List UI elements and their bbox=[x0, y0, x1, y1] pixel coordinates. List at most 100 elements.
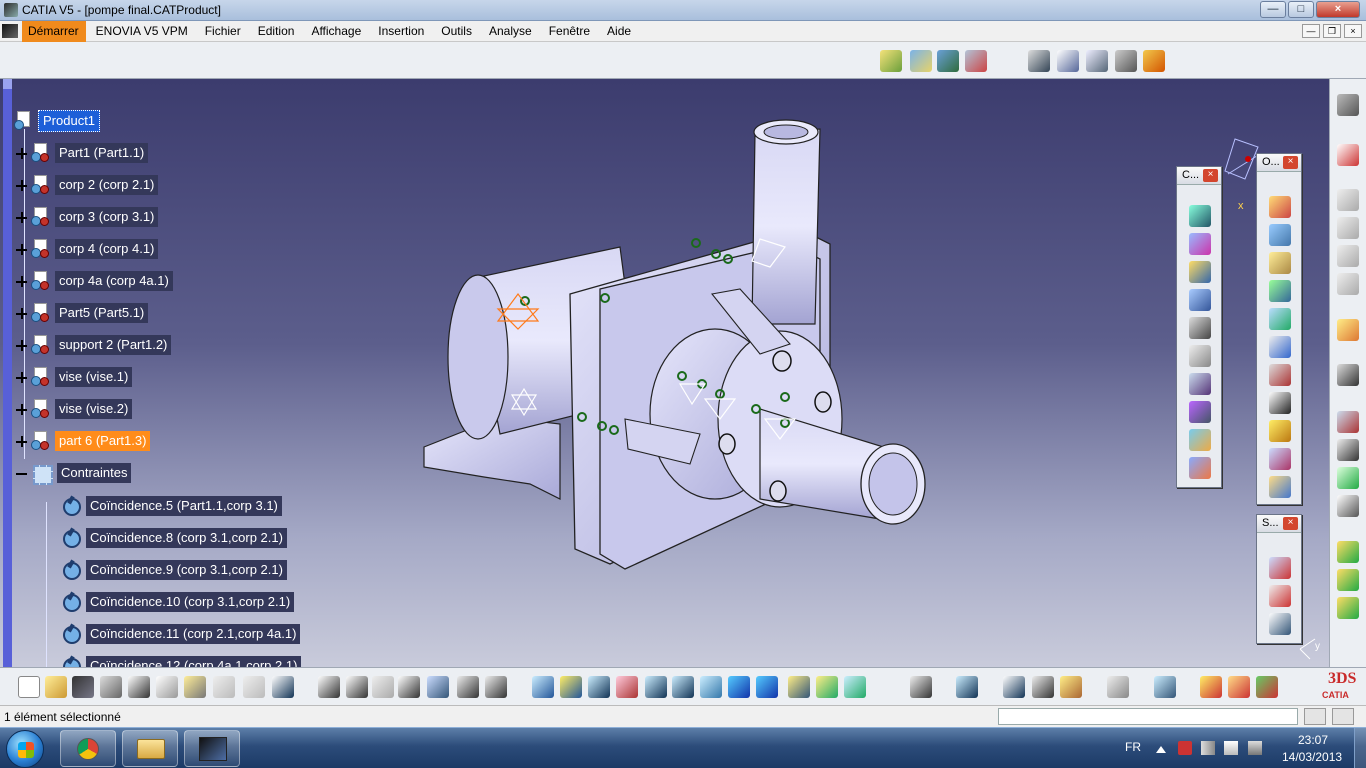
measure-item-icon[interactable] bbox=[1337, 217, 1359, 239]
palette-close-icon[interactable]: × bbox=[1283, 156, 1298, 169]
swap-visible-space-icon[interactable] bbox=[844, 676, 866, 698]
expand-icon[interactable] bbox=[16, 435, 27, 447]
tree-item-vise1[interactable]: vise (vise.1) bbox=[16, 366, 133, 388]
update-all-icon[interactable] bbox=[1337, 569, 1359, 591]
cancel-command-button[interactable] bbox=[1332, 708, 1354, 725]
palette-header[interactable]: C... × bbox=[1177, 167, 1221, 185]
tree-item-constraint[interactable]: Coïncidence.10 (corp 3.1,corp 2.1) bbox=[60, 591, 295, 613]
hide-show-icon[interactable] bbox=[816, 676, 838, 698]
material-icon[interactable] bbox=[1200, 676, 1222, 698]
measure-icon[interactable] bbox=[1337, 189, 1359, 211]
tree-item-corp2[interactable]: corp 2 (corp 2.1) bbox=[16, 174, 159, 196]
tree-item-label[interactable]: support 2 (Part1.2) bbox=[55, 335, 172, 355]
constraint-label[interactable]: Coïncidence.5 (Part1.1,corp 3.1) bbox=[86, 496, 282, 516]
update-icon[interactable] bbox=[1337, 541, 1359, 563]
menu-aide[interactable]: Aide bbox=[601, 21, 638, 42]
tree-item-support2[interactable]: support 2 (Part1.2) bbox=[16, 334, 172, 356]
show-desktop-button[interactable] bbox=[1354, 728, 1366, 768]
normal-view-icon[interactable] bbox=[700, 676, 722, 698]
menu-insertion[interactable]: Insertion bbox=[372, 21, 431, 42]
fly-mode-icon[interactable] bbox=[532, 676, 554, 698]
tree-item-part1[interactable]: Part1 (Part1.1) bbox=[16, 142, 149, 164]
smart-move-icon[interactable] bbox=[1337, 495, 1359, 517]
doc-restore-button[interactable]: ❐ bbox=[1323, 24, 1341, 38]
mechanical-update-icon[interactable] bbox=[1337, 597, 1359, 619]
expand-icon[interactable] bbox=[16, 371, 27, 383]
catalog-icon[interactable] bbox=[485, 676, 507, 698]
link-icon[interactable] bbox=[372, 676, 394, 698]
palette-header[interactable]: S... × bbox=[1257, 515, 1301, 533]
taskbar-chrome[interactable] bbox=[60, 730, 116, 767]
annotation-icon[interactable] bbox=[1028, 50, 1050, 72]
menu-fichier[interactable]: Fichier bbox=[199, 21, 248, 42]
product-structure-icon[interactable] bbox=[880, 50, 902, 72]
palette-close-icon[interactable]: × bbox=[1283, 517, 1298, 530]
fix-together-icon[interactable] bbox=[1189, 345, 1211, 367]
tree-item-label[interactable]: corp 4a (corp 4a.1) bbox=[55, 271, 173, 291]
expand-icon[interactable] bbox=[16, 243, 27, 255]
eraser-icon[interactable] bbox=[1154, 676, 1176, 698]
replace-component-icon[interactable] bbox=[1269, 252, 1291, 274]
manage-representations-icon[interactable] bbox=[1269, 364, 1291, 386]
explode-icon[interactable] bbox=[1337, 411, 1359, 433]
open-folder-icon[interactable] bbox=[45, 676, 67, 698]
select-arrow-icon[interactable] bbox=[1337, 319, 1359, 341]
menu-analyse[interactable]: Analyse bbox=[483, 21, 539, 42]
tree-item-part5[interactable]: Part5 (Part5.1) bbox=[16, 302, 149, 324]
save-icon[interactable] bbox=[72, 676, 94, 698]
zoom-out-icon[interactable] bbox=[672, 676, 694, 698]
menu-fenetre[interactable]: Fenêtre bbox=[543, 21, 597, 42]
graph-tree-reordering-icon[interactable] bbox=[1269, 280, 1291, 302]
symmetry-icon[interactable] bbox=[1269, 448, 1291, 470]
new-document-icon[interactable] bbox=[18, 676, 40, 698]
lock-icon[interactable] bbox=[457, 676, 479, 698]
angle-constraint-icon[interactable] bbox=[1189, 289, 1211, 311]
snap-icon[interactable] bbox=[1337, 467, 1359, 489]
workbench-icon[interactable] bbox=[1337, 94, 1359, 116]
generate-numbering-icon[interactable] bbox=[1269, 308, 1291, 330]
tree-item-vise2[interactable]: vise (vise.2) bbox=[16, 398, 133, 420]
palette-header[interactable]: O... × bbox=[1257, 154, 1301, 172]
camera-icon[interactable] bbox=[910, 676, 932, 698]
rotate-icon[interactable] bbox=[616, 676, 638, 698]
maximize-button[interactable]: □ bbox=[1288, 1, 1314, 18]
cut-icon[interactable] bbox=[128, 676, 150, 698]
section-view-icon[interactable] bbox=[1032, 676, 1054, 698]
tree-item-part6[interactable]: part 6 (Part1.3) bbox=[16, 430, 151, 452]
doc-close-button[interactable]: × bbox=[1344, 24, 1362, 38]
expand-icon[interactable] bbox=[16, 403, 27, 415]
tree-item-label[interactable]: Part5 (Part5.1) bbox=[55, 303, 149, 323]
taskbar-explorer[interactable] bbox=[122, 730, 178, 767]
tree-item-constraint[interactable]: Coïncidence.5 (Part1.1,corp 3.1) bbox=[60, 495, 282, 517]
offset-constraint-icon[interactable] bbox=[1189, 261, 1211, 283]
start-button[interactable] bbox=[6, 730, 44, 768]
taskbar-catia[interactable] bbox=[184, 730, 240, 767]
tree-item-label[interactable]: corp 4 (corp 4.1) bbox=[55, 239, 159, 259]
coincidence-constraint-icon[interactable] bbox=[1189, 205, 1211, 227]
tree-item-constraint[interactable]: Coïncidence.8 (corp 3.1,corp 2.1) bbox=[60, 527, 287, 549]
expand-icon[interactable] bbox=[16, 307, 27, 319]
tree-item-label[interactable]: part 6 (Part1.3) bbox=[55, 431, 151, 451]
refresh-icon[interactable] bbox=[1107, 676, 1129, 698]
copy-icon[interactable] bbox=[156, 676, 178, 698]
tree-item-label[interactable]: Contraintes bbox=[57, 463, 132, 483]
tree-root-label[interactable]: Product1 bbox=[38, 110, 101, 132]
constraint-label[interactable]: Coïncidence.11 (corp 2.1,corp 4a.1) bbox=[86, 624, 301, 644]
volume-icon[interactable] bbox=[1201, 741, 1215, 755]
expand-icon[interactable] bbox=[16, 339, 27, 351]
apply-material-icon[interactable] bbox=[1228, 676, 1250, 698]
menu-affichage[interactable]: Affichage bbox=[305, 21, 368, 42]
tree-item-label[interactable]: vise (vise.2) bbox=[55, 399, 133, 419]
selective-load-icon[interactable] bbox=[1269, 336, 1291, 358]
pan-icon[interactable] bbox=[588, 676, 610, 698]
collapse-icon[interactable] bbox=[16, 468, 27, 479]
multi-instantiation-icon[interactable] bbox=[1269, 392, 1291, 414]
tray-app-icon[interactable] bbox=[1178, 741, 1192, 755]
expand-icon[interactable] bbox=[16, 275, 27, 287]
network-icon[interactable] bbox=[1248, 741, 1262, 755]
flexible-rigid-icon[interactable] bbox=[1189, 401, 1211, 423]
close-button[interactable]: × bbox=[1316, 1, 1360, 18]
paste-icon[interactable] bbox=[184, 676, 206, 698]
tree-item-label[interactable]: corp 2 (corp 2.1) bbox=[55, 175, 159, 195]
expand-icon[interactable] bbox=[16, 211, 27, 223]
